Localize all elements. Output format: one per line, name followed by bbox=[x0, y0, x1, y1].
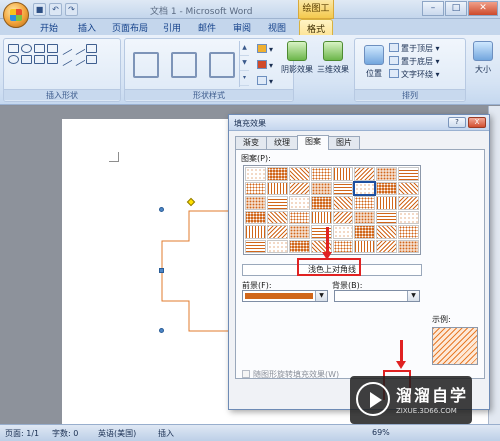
resize-handle-top-left[interactable] bbox=[159, 207, 164, 212]
pattern-swatch[interactable] bbox=[398, 196, 419, 210]
pattern-swatch[interactable] bbox=[398, 181, 419, 195]
pattern-swatch[interactable] bbox=[354, 239, 376, 253]
pattern-label: 图案(P): bbox=[241, 154, 271, 163]
play-logo-icon bbox=[356, 382, 390, 416]
tab-pattern[interactable]: 图案 bbox=[297, 135, 329, 150]
resize-handle-bottom-left[interactable] bbox=[159, 328, 164, 333]
pattern-swatch[interactable] bbox=[376, 181, 398, 195]
pattern-swatch[interactable] bbox=[245, 181, 266, 195]
pattern-swatch[interactable] bbox=[288, 196, 310, 210]
language-indicator[interactable]: 英语(美国) bbox=[98, 428, 136, 439]
pattern-swatch[interactable] bbox=[310, 196, 332, 210]
pattern-swatch[interactable] bbox=[332, 239, 354, 253]
pattern-swatch[interactable] bbox=[354, 167, 376, 181]
checkbox-icon[interactable] bbox=[242, 370, 250, 378]
pattern-swatch[interactable] bbox=[376, 225, 398, 239]
pattern-swatch[interactable] bbox=[245, 196, 266, 210]
pattern-swatch[interactable] bbox=[354, 210, 376, 224]
pattern-swatch[interactable] bbox=[288, 210, 310, 224]
rotate-with-shape-label: 随图形旋转填充效果(W) bbox=[253, 370, 340, 379]
pattern-swatch[interactable] bbox=[376, 210, 398, 224]
pattern-swatch[interactable] bbox=[266, 239, 288, 253]
pattern-swatch[interactable] bbox=[332, 167, 354, 181]
pattern-swatch[interactable] bbox=[310, 210, 332, 224]
dialog-title: 填充效果 bbox=[234, 119, 266, 128]
red-arrow-ok bbox=[396, 340, 406, 369]
pattern-swatch[interactable] bbox=[398, 225, 419, 239]
chevron-down-icon[interactable]: ▼ bbox=[407, 291, 419, 301]
pattern-swatch[interactable] bbox=[266, 210, 288, 224]
pattern-swatch[interactable] bbox=[353, 180, 377, 196]
example-label: 示例: bbox=[432, 315, 451, 324]
help-button[interactable]: ? bbox=[448, 117, 466, 128]
pattern-swatch[interactable] bbox=[398, 210, 419, 224]
foreground-color-dropdown[interactable]: ▼ bbox=[242, 290, 328, 302]
pattern-swatch[interactable] bbox=[332, 181, 354, 195]
pattern-swatch[interactable] bbox=[245, 210, 266, 224]
pattern-swatch[interactable] bbox=[354, 196, 376, 210]
pattern-swatch[interactable] bbox=[376, 196, 398, 210]
tab-picture[interactable]: 图片 bbox=[328, 136, 360, 149]
pattern-swatch[interactable] bbox=[310, 181, 332, 195]
pattern-swatch[interactable] bbox=[245, 167, 266, 181]
foreground-color-swatch bbox=[245, 293, 313, 299]
pattern-swatch[interactable] bbox=[266, 225, 288, 239]
pattern-swatch[interactable] bbox=[266, 196, 288, 210]
pattern-preview bbox=[432, 327, 478, 365]
office-button[interactable] bbox=[3, 2, 29, 28]
pattern-swatch[interactable] bbox=[245, 239, 266, 253]
rotate-with-shape-checkbox[interactable]: 随图形旋转填充效果(W) bbox=[242, 369, 339, 380]
pattern-swatch[interactable] bbox=[376, 239, 398, 253]
dialog-title-bar: 填充效果 ? X bbox=[229, 115, 489, 131]
pattern-swatch[interactable] bbox=[376, 167, 398, 181]
watermark-url: ZIXUE.3D66.COM bbox=[396, 407, 457, 415]
pattern-swatch[interactable] bbox=[332, 196, 354, 210]
page-indicator[interactable]: 页面: 1/1 bbox=[5, 428, 39, 439]
pattern-swatch[interactable] bbox=[266, 181, 288, 195]
pattern-swatch[interactable] bbox=[266, 167, 288, 181]
pattern-swatch[interactable] bbox=[288, 167, 310, 181]
pattern-swatch[interactable] bbox=[288, 225, 310, 239]
background-color-swatch bbox=[337, 293, 405, 299]
office-logo-icon bbox=[10, 9, 22, 21]
watermark-text: 溜溜自学 bbox=[396, 386, 469, 405]
background-color-dropdown[interactable]: ▼ bbox=[334, 290, 420, 302]
watermark: 溜溜自学 ZIXUE.3D66.COM bbox=[350, 376, 472, 424]
pattern-swatch[interactable] bbox=[332, 225, 354, 239]
pattern-swatch[interactable] bbox=[245, 225, 266, 239]
pattern-grid[interactable] bbox=[243, 165, 421, 255]
dialog-title-buttons: ? X bbox=[448, 117, 486, 128]
tab-gradient[interactable]: 渐变 bbox=[235, 136, 267, 149]
pattern-swatch[interactable] bbox=[398, 167, 419, 181]
pattern-swatch[interactable] bbox=[398, 239, 419, 253]
dialog-close-button[interactable]: X bbox=[468, 117, 486, 128]
pattern-swatch[interactable] bbox=[310, 167, 332, 181]
word-count[interactable]: 字数: 0 bbox=[52, 428, 78, 439]
resize-handle-middle-left[interactable] bbox=[159, 268, 164, 273]
pattern-swatch[interactable] bbox=[354, 225, 376, 239]
pattern-swatch[interactable] bbox=[288, 181, 310, 195]
zoom-level[interactable]: 69% bbox=[372, 428, 390, 437]
chevron-down-icon[interactable]: ▼ bbox=[315, 291, 327, 301]
tab-texture[interactable]: 纹理 bbox=[266, 136, 298, 149]
insert-mode-indicator[interactable]: 插入 bbox=[158, 428, 174, 439]
pattern-swatch[interactable] bbox=[288, 239, 310, 253]
pattern-swatch[interactable] bbox=[332, 210, 354, 224]
pattern-name-highlight bbox=[297, 258, 361, 276]
status-bar: 页面: 1/1 字数: 0 英语(美国) 插入 69% bbox=[0, 424, 500, 441]
red-arrow-pattern bbox=[322, 227, 332, 260]
dialog-tabs: 渐变 纹理 图案 图片 bbox=[235, 135, 360, 150]
